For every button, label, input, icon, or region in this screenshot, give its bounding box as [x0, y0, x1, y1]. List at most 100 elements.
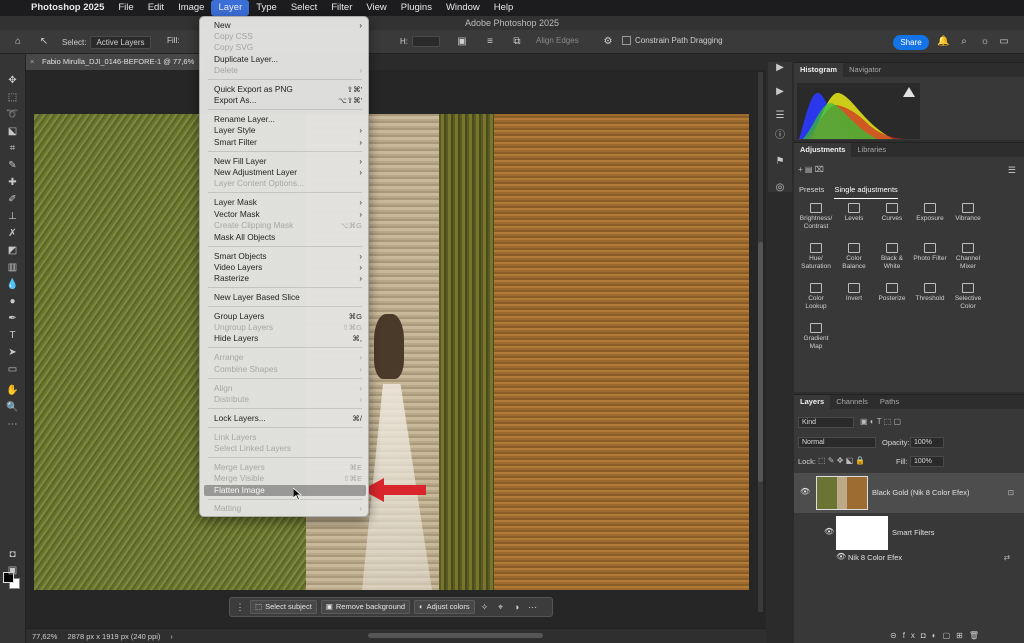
constrain-checkbox[interactable] — [622, 36, 631, 45]
menu-item-export-as[interactable]: Export As... ⌥⇧⌘' — [214, 95, 364, 106]
path-select-tool-icon[interactable]: ➤ — [4, 346, 21, 359]
menu-item-new-layer-based-slice[interactable]: New Layer Based Slice — [214, 292, 364, 303]
lock-icons[interactable]: ⬚ ✎ ✥ ⬕ 🔒 — [818, 456, 865, 465]
menu-item-hide-layers[interactable]: Hide Layers ⌘, — [214, 333, 364, 344]
color-balance-button[interactable]: Color Balance — [836, 243, 872, 270]
tab-paths[interactable]: Paths — [874, 395, 905, 409]
remove-background-button[interactable]: ▣ Remove background — [320, 600, 411, 614]
type-tool-icon[interactable]: T — [4, 329, 21, 342]
menu-window[interactable]: Window — [439, 0, 487, 16]
smart-filter-eye-icon[interactable]: 👁 — [824, 527, 834, 536]
tab-channels[interactable]: Channels — [830, 395, 874, 409]
path-ops-icon[interactable]: ▣ — [456, 36, 468, 48]
crop-tool-icon[interactable]: ⌗ — [4, 142, 21, 155]
play-icon[interactable]: ▶ — [774, 62, 786, 74]
filter-options-icon[interactable]: ⇄ — [1004, 553, 1010, 562]
plugin-icon[interactable]: ◎ — [774, 182, 786, 194]
menu-help[interactable]: Help — [487, 0, 521, 16]
share-button[interactable]: Share — [893, 35, 929, 50]
stamp-tool-icon[interactable]: ⊥ — [4, 210, 21, 223]
discover-icon[interactable]: ☼ — [979, 36, 991, 48]
menu-item-layer-style[interactable]: Layer Style › — [214, 125, 364, 136]
filter-eye-icon[interactable]: 👁 — [836, 552, 846, 561]
adjust-colors-button[interactable]: ◐ Adjust colors — [414, 600, 475, 614]
play-actions-icon[interactable]: ▶ — [774, 86, 786, 98]
lasso-tool-icon[interactable]: ➰ — [4, 108, 21, 121]
tab-histogram[interactable]: Histogram — [794, 63, 844, 77]
workspace-icon[interactable]: ▭ — [998, 36, 1010, 48]
close-tab-icon[interactable]: × — [30, 54, 34, 70]
path-align-icon[interactable]: ≡ — [484, 36, 496, 48]
tab-adjustments[interactable]: Adjustments — [794, 143, 852, 157]
home-icon[interactable]: ⌂ — [12, 36, 24, 48]
layer-name[interactable]: Black Gold (Nik 8 Color Efex) — [872, 488, 970, 497]
more-options-icon[interactable]: ⋯ — [527, 602, 539, 613]
blur-tool-icon[interactable]: 💧 — [4, 278, 21, 291]
selective-color-button[interactable]: Selective Color — [950, 283, 986, 310]
properties-icon[interactable]: ☰ — [774, 110, 786, 122]
menu-item-lock-layers[interactable]: Lock Layers... ⌘/ — [214, 413, 364, 424]
transform-icon[interactable]: ⌖ — [495, 602, 507, 613]
exposure-button[interactable]: Exposure — [912, 203, 948, 223]
marquee-tool-icon[interactable]: ⬚ — [4, 91, 21, 104]
hue-saturation-button[interactable]: Hue/ Saturation — [798, 243, 834, 270]
brightness-contrast-button[interactable]: Brightness/ Contrast — [798, 203, 834, 230]
levels-button[interactable]: Levels — [836, 203, 872, 223]
info-icon[interactable]: ⓘ — [774, 130, 786, 142]
menu-item-new-fill-layer[interactable]: New Fill Layer › — [214, 156, 364, 167]
libraries-icon[interactable]: ⚑ — [774, 156, 786, 168]
layer-actions-icons[interactable]: ⊝fx◘◐▢⊞🗑 — [890, 631, 985, 640]
status-chevron-icon[interactable]: › — [170, 632, 173, 641]
vibrance-button[interactable]: Vibrance — [950, 203, 986, 223]
black-white-button[interactable]: Black & White — [874, 243, 910, 270]
healing-tool-icon[interactable]: ✚ — [4, 176, 21, 189]
opacity-field[interactable]: 100% — [910, 437, 944, 448]
menu-item-smart-objects[interactable]: Smart Objects › — [214, 251, 364, 262]
align-edges-label[interactable]: Align Edges — [536, 36, 579, 45]
select-dropdown[interactable]: Active Layers — [90, 36, 151, 49]
menu-app[interactable]: Photoshop 2025 — [24, 0, 111, 16]
invert-button[interactable]: Invert — [836, 283, 872, 303]
shape-tool-icon[interactable]: ▭ — [4, 363, 21, 376]
adjustment-tools-icons[interactable]: + ▤ ⌧ — [798, 165, 824, 174]
menu-filter[interactable]: Filter — [324, 0, 359, 16]
search-icon[interactable]: ⌕ — [958, 36, 970, 48]
more-tools-icon[interactable]: ⋯ — [4, 418, 21, 431]
select-subject-button[interactable]: ⬚ Select subject — [250, 600, 317, 614]
menu-item-smart-filter[interactable]: Smart Filter › — [214, 137, 364, 148]
horizontal-scrollbar[interactable] — [368, 633, 543, 638]
history-brush-icon[interactable]: ✗ — [4, 227, 21, 240]
eraser-tool-icon[interactable]: ◩ — [4, 244, 21, 257]
fill-field[interactable]: 100% — [910, 456, 944, 467]
visibility-eye-icon[interactable]: 👁 — [800, 487, 810, 496]
mask-icon[interactable]: ◑ — [511, 602, 523, 612]
quick-mask-icon[interactable]: ◘ — [4, 548, 21, 561]
threshold-button[interactable]: Threshold — [912, 283, 948, 303]
tab-presets[interactable]: Presets — [799, 185, 824, 199]
menu-item-vector-mask[interactable]: Vector Mask › — [214, 209, 364, 220]
height-input[interactable] — [412, 36, 440, 47]
panel-menu-icon[interactable]: ☰ — [1008, 165, 1016, 176]
photo-filter-button[interactable]: Photo Filter — [912, 243, 948, 263]
gradient-map-button[interactable]: Gradient Map — [798, 323, 834, 350]
menu-item-flatten-image[interactable]: Flatten Image — [204, 485, 366, 496]
menu-edit[interactable]: Edit — [141, 0, 171, 16]
menu-item-layer-mask[interactable]: Layer Mask › — [214, 197, 364, 208]
screen-mode-icon[interactable]: ▣ — [4, 564, 21, 577]
object-select-tool-icon[interactable]: ⬕ — [4, 125, 21, 138]
menu-item-duplicate-layer[interactable]: Duplicate Layer... — [214, 54, 364, 65]
layer-row[interactable]: 👁 Black Gold (Nik 8 Color Efex) ⊡ — [794, 473, 1024, 513]
menu-view[interactable]: View — [359, 0, 393, 16]
vertical-scroll-thumb[interactable] — [758, 242, 763, 482]
channel-mixer-button[interactable]: Channel Mixer — [950, 243, 986, 270]
dodge-tool-icon[interactable]: ● — [4, 295, 21, 308]
blend-mode-select[interactable]: Normal — [798, 437, 876, 448]
zoom-level[interactable]: 77,62% — [32, 632, 57, 641]
menu-item-quick-export[interactable]: Quick Export as PNG ⇧⌘' — [214, 84, 364, 95]
menu-item-rasterize[interactable]: Rasterize › — [214, 273, 364, 284]
menu-file[interactable]: File — [111, 0, 140, 16]
menu-item-mask-all-objects[interactable]: Mask All Objects — [214, 232, 364, 243]
document-image[interactable] — [34, 114, 749, 590]
layer-filter-kind[interactable]: Kind — [798, 417, 854, 428]
gradient-tool-icon[interactable]: ▥ — [4, 261, 21, 274]
